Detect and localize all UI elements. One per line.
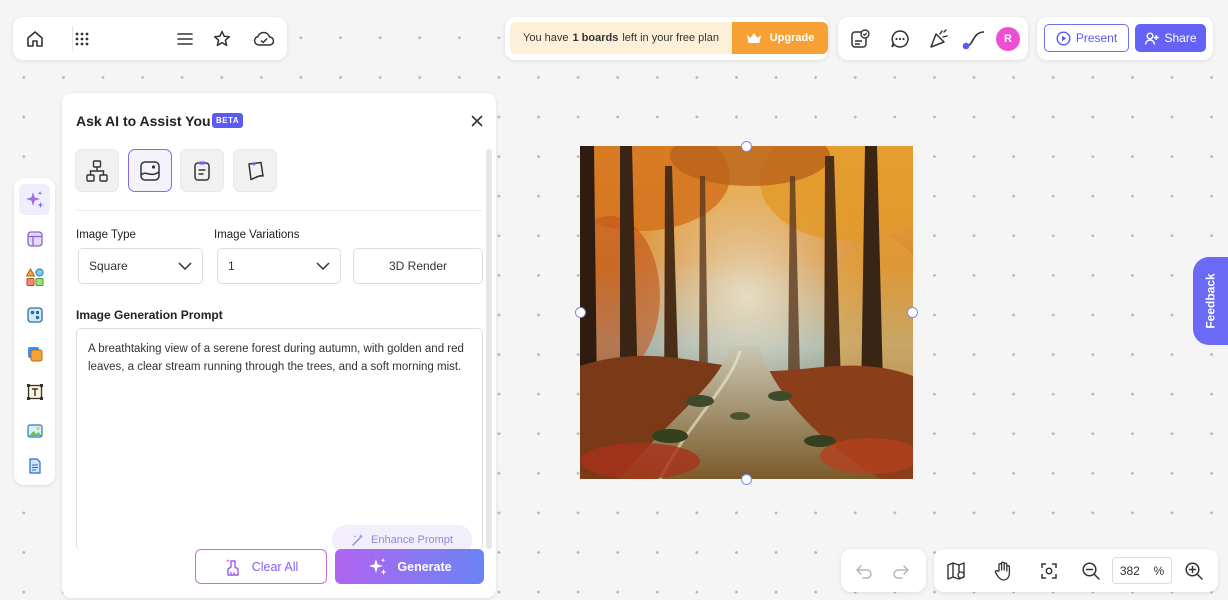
magic-wand-icon bbox=[352, 534, 364, 546]
plan-boards-count: 1 boards bbox=[572, 32, 619, 44]
ai-sparkle-icon[interactable] bbox=[19, 184, 50, 215]
flowchart-mode-icon[interactable] bbox=[75, 149, 119, 192]
clear-all-button[interactable]: Clear All bbox=[195, 549, 327, 584]
note-mode-icon[interactable] bbox=[180, 149, 224, 192]
generated-image[interactable] bbox=[580, 146, 913, 479]
top-right-toolbar: R bbox=[838, 17, 1028, 60]
home-icon[interactable] bbox=[21, 25, 49, 53]
image-mode-icon[interactable] bbox=[128, 149, 172, 192]
board-check-icon[interactable] bbox=[846, 25, 874, 53]
enhance-prompt-label: Enhance Prompt bbox=[371, 534, 453, 546]
hand-icon[interactable] bbox=[989, 557, 1017, 585]
prompt-text: A breathtaking view of a serene forest d… bbox=[88, 343, 464, 373]
image-variations-label: Image Variations bbox=[214, 229, 300, 241]
add-user-icon bbox=[1145, 32, 1160, 45]
zoom-unit: % bbox=[1153, 563, 1165, 578]
plan-bar: You have 1 boards left in your free plan… bbox=[505, 17, 828, 60]
close-icon[interactable] bbox=[468, 112, 486, 130]
avatar[interactable]: R bbox=[996, 27, 1020, 51]
cloud-check-icon[interactable] bbox=[250, 25, 278, 53]
image-variations-value: 1 bbox=[228, 259, 235, 273]
prompt-label: Image Generation Prompt bbox=[76, 308, 223, 322]
plan-message-prefix: You have bbox=[523, 32, 569, 44]
share-toolbar: Present Share bbox=[1037, 17, 1213, 60]
enhance-prompt-button[interactable]: Enhance Prompt bbox=[332, 525, 472, 550]
autumn-forest-image bbox=[580, 146, 913, 479]
present-button[interactable]: Present bbox=[1044, 24, 1129, 52]
zoom-in-icon[interactable] bbox=[1180, 557, 1208, 585]
resize-handle-right[interactable] bbox=[907, 307, 918, 318]
sticky-mode-icon[interactable] bbox=[233, 149, 277, 192]
image-type-label: Image Type bbox=[76, 229, 136, 241]
share-label: Share bbox=[1164, 31, 1197, 45]
beta-badge: BETA bbox=[212, 113, 244, 128]
zoom-panel: 382 % bbox=[934, 549, 1218, 592]
generate-button[interactable]: Generate bbox=[335, 549, 484, 584]
top-left-toolbar bbox=[13, 17, 287, 60]
share-button[interactable]: Share bbox=[1135, 24, 1206, 52]
grid-icon[interactable] bbox=[68, 25, 96, 53]
chevron-down-icon bbox=[316, 262, 330, 270]
feedback-label: Feedback bbox=[1203, 273, 1218, 329]
left-toolbar bbox=[14, 178, 55, 485]
resize-handle-top[interactable] bbox=[741, 141, 752, 152]
panel-divider bbox=[76, 210, 482, 211]
plan-message-suffix: left in your free plan bbox=[622, 32, 719, 44]
image-type-value: Square bbox=[89, 259, 128, 273]
ai-assist-panel: Ask AI to Assist You BETA Image Type Ima… bbox=[62, 93, 496, 598]
shapes-icon[interactable] bbox=[19, 261, 50, 292]
feedback-tab[interactable]: Feedback bbox=[1193, 257, 1228, 345]
image-icon[interactable] bbox=[19, 415, 50, 446]
clear-brush-icon bbox=[225, 558, 239, 576]
zoom-out-icon[interactable] bbox=[1077, 557, 1105, 585]
zoom-value: 382 bbox=[1119, 563, 1140, 578]
map-icon[interactable] bbox=[942, 557, 970, 585]
redo-icon[interactable] bbox=[887, 557, 915, 585]
generate-label: Generate bbox=[397, 559, 452, 574]
crown-icon bbox=[746, 33, 761, 43]
panel-title: Ask AI to Assist You bbox=[76, 113, 211, 129]
fit-screen-icon[interactable] bbox=[1035, 557, 1063, 585]
plan-message: You have 1 boards left in your free plan bbox=[510, 22, 732, 54]
chevron-down-icon bbox=[178, 262, 192, 270]
star-icon[interactable] bbox=[208, 25, 236, 53]
sparkle-icon bbox=[369, 557, 387, 575]
upgrade-label: Upgrade bbox=[769, 32, 815, 44]
undo-redo-panel bbox=[841, 549, 926, 592]
image-type-select[interactable]: Square bbox=[78, 248, 203, 284]
sticky-note-icon[interactable] bbox=[19, 338, 50, 369]
components-icon[interactable] bbox=[19, 299, 50, 330]
present-label: Present bbox=[1075, 31, 1118, 45]
clear-all-label: Clear All bbox=[251, 559, 299, 574]
resize-handle-bottom[interactable] bbox=[741, 474, 752, 485]
text-icon[interactable] bbox=[19, 376, 50, 407]
document-icon[interactable] bbox=[19, 450, 50, 481]
menu-icon[interactable] bbox=[171, 25, 199, 53]
style-3d-render-button[interactable]: 3D Render bbox=[353, 248, 483, 284]
prompt-textarea[interactable]: A breathtaking view of a serene forest d… bbox=[76, 328, 483, 550]
panel-scrollbar[interactable] bbox=[486, 149, 492, 549]
connector-icon[interactable] bbox=[962, 25, 990, 53]
upgrade-button[interactable]: Upgrade bbox=[732, 22, 828, 54]
template-icon[interactable] bbox=[19, 223, 50, 254]
chat-icon[interactable] bbox=[886, 25, 914, 53]
image-variations-select[interactable]: 1 bbox=[217, 248, 341, 284]
undo-icon[interactable] bbox=[850, 557, 878, 585]
resize-handle-left[interactable] bbox=[575, 307, 586, 318]
play-circle-icon bbox=[1056, 30, 1071, 46]
celebrate-icon[interactable] bbox=[925, 25, 953, 53]
zoom-level-field[interactable]: 382 % bbox=[1112, 557, 1172, 584]
